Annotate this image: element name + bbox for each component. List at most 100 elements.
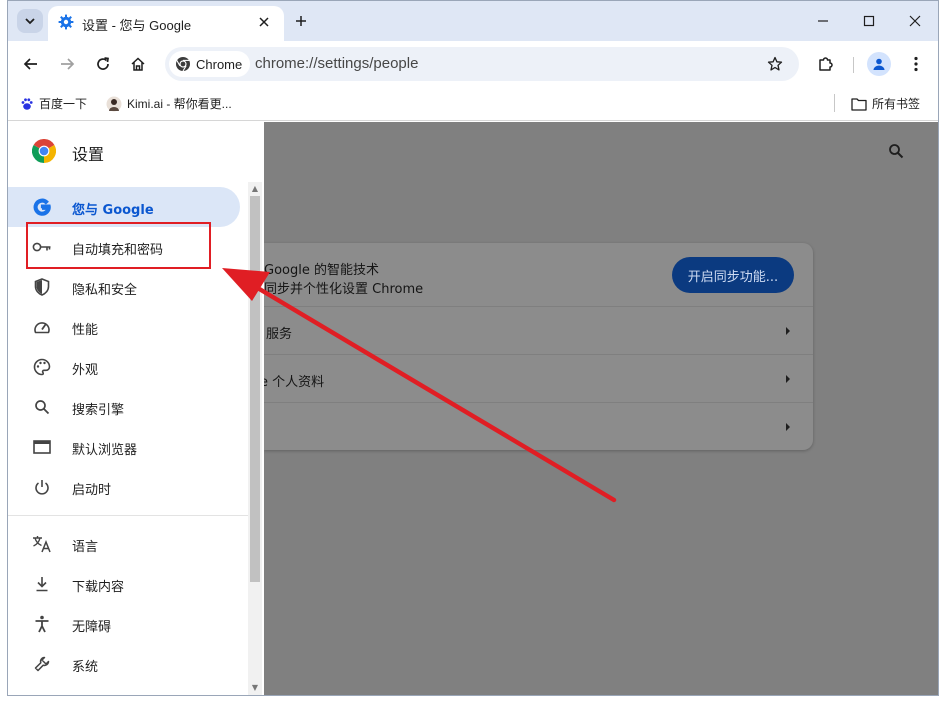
browser-window-icon — [32, 437, 52, 457]
sidebar-item-system[interactable]: 系统 — [8, 644, 240, 684]
sidebar-item-downloads[interactable]: 下载内容 — [8, 564, 240, 604]
tab-title: 设置 - 您与 Google — [82, 18, 192, 33]
sidebar-item-appearance[interactable]: 外观 — [8, 347, 240, 387]
row-label: e 个人资料 — [260, 375, 325, 390]
sidebar-item-you-and-google[interactable]: 您与 Google — [8, 187, 240, 227]
kimi-avatar-icon — [106, 96, 122, 111]
sidebar-item-label: 搜索引擎 — [72, 403, 125, 418]
search-icon — [32, 397, 52, 417]
sidebar-item-performance[interactable]: 性能 — [8, 307, 240, 347]
sidebar-item-languages[interactable]: 语言 — [8, 524, 240, 564]
sidebar-item-label: 外观 — [72, 363, 99, 378]
home-icon — [131, 57, 145, 71]
home-button[interactable] — [125, 51, 151, 77]
toolbar-divider — [853, 57, 854, 73]
sidebar-item-default-browser[interactable]: 默认浏览器 — [8, 427, 240, 467]
gear-icon — [58, 14, 74, 30]
site-info-chip[interactable]: Chrome — [169, 51, 251, 77]
sync-promo-title: Google 的智能技术 — [264, 263, 379, 278]
forward-button[interactable] — [54, 51, 80, 77]
sync-promo-subtitle: 同步并个性化设置 Chrome — [264, 282, 424, 297]
maximize-icon — [863, 15, 875, 27]
all-bookmarks-button[interactable]: 所有书签 — [851, 95, 920, 112]
reload-button[interactable] — [90, 51, 116, 77]
sidebar-item-label: 语言 — [72, 540, 99, 555]
kebab-menu-icon — [914, 56, 918, 72]
search-icon — [889, 144, 904, 159]
bookmark-kimi[interactable]: Kimi.ai - 帮你看更... — [106, 95, 232, 112]
maximize-button[interactable] — [846, 8, 892, 34]
bookmark-baidu[interactable]: 百度一下 — [20, 95, 87, 112]
back-button[interactable] — [18, 51, 44, 77]
extensions-button[interactable] — [813, 51, 839, 77]
bookmarks-divider — [834, 94, 835, 112]
all-bookmarks-label: 所有书签 — [872, 97, 921, 111]
arrow-left-icon — [23, 58, 37, 70]
chevron-right-icon — [786, 423, 790, 431]
row-label: 服务 — [266, 327, 293, 342]
settings-sidebar: 设置 您与 Google 自动填充和密码 隐私和安全 性能 外观 搜索引擎 默认… — [8, 122, 264, 695]
sync-services-row[interactable]: 服务 — [264, 306, 813, 354]
person-icon — [873, 58, 885, 70]
chevron-right-icon — [786, 375, 790, 383]
tab-close-button[interactable] — [254, 12, 274, 32]
turn-on-sync-button[interactable]: 开启同步功能... — [672, 257, 794, 293]
scroll-thumb[interactable] — [250, 196, 260, 582]
sidebar-divider — [8, 515, 248, 516]
sidebar-item-search-engine[interactable]: 搜索引擎 — [8, 387, 240, 427]
power-icon — [32, 477, 52, 497]
sidebar-item-label: 无障碍 — [72, 620, 112, 635]
site-chip-label: Chrome — [196, 56, 243, 72]
plus-icon — [296, 16, 306, 26]
toolbar: Chrome chrome://settings/people — [8, 41, 938, 87]
chevron-right-icon — [786, 327, 790, 335]
accessibility-icon — [32, 614, 52, 634]
tab-strip: 设置 - 您与 Google — [8, 1, 938, 41]
sidebar-scrollbar[interactable]: ▲ ▼ — [248, 182, 262, 695]
google-g-icon — [32, 197, 52, 217]
sidebar-item-label: 启动时 — [72, 483, 112, 498]
bookmark-label: 百度一下 — [39, 97, 88, 111]
chrome-logo-icon — [176, 57, 190, 72]
sidebar-item-label: 性能 — [72, 323, 99, 338]
browser-window: 设置 - 您与 Google Chrome chrome://settings/… — [7, 0, 939, 696]
download-icon — [32, 574, 52, 594]
address-bar[interactable]: Chrome chrome://settings/people — [165, 47, 799, 81]
you-and-google-card: Google 的智能技术 同步并个性化设置 Chrome 开启同步功能... 服… — [260, 243, 813, 450]
annotation-highlight-box — [26, 222, 211, 269]
profile-row[interactable]: e 个人资料 — [260, 354, 813, 402]
settings-page: Google 的智能技术 同步并个性化设置 Chrome 开启同步功能... 服… — [8, 122, 938, 695]
minimize-icon — [818, 20, 828, 22]
url-text[interactable]: chrome://settings/people — [255, 55, 418, 72]
folder-icon — [851, 97, 867, 111]
tab-search-button[interactable] — [17, 9, 43, 33]
profile-avatar-button[interactable] — [867, 52, 891, 76]
scroll-up-arrow[interactable]: ▲ — [251, 185, 259, 193]
tab-settings[interactable]: 设置 - 您与 Google — [48, 6, 284, 41]
shield-icon — [32, 277, 52, 297]
sidebar-item-privacy[interactable]: 隐私和安全 — [8, 267, 240, 307]
bookmark-label: Kimi.ai - 帮你看更... — [127, 97, 232, 111]
star-icon — [767, 56, 783, 71]
settings-title: 设置 — [72, 145, 105, 164]
reload-icon — [97, 57, 109, 70]
scroll-down-arrow[interactable]: ▼ — [251, 684, 259, 692]
close-icon — [259, 17, 269, 27]
minimize-button[interactable] — [800, 8, 846, 34]
import-row[interactable] — [264, 402, 813, 450]
sidebar-item-label: 系统 — [72, 660, 99, 675]
palette-icon — [32, 357, 52, 377]
chrome-logo-icon — [32, 139, 56, 163]
search-settings-button[interactable] — [884, 139, 908, 163]
sidebar-item-on-startup[interactable]: 启动时 — [8, 467, 240, 507]
bookmark-star-button[interactable] — [765, 54, 785, 74]
new-tab-button[interactable] — [290, 10, 312, 32]
gauge-icon — [32, 317, 52, 337]
translate-icon — [32, 534, 52, 554]
sidebar-item-label: 您与 Google — [72, 203, 154, 218]
chevron-down-icon — [25, 18, 35, 25]
close-window-button[interactable] — [892, 8, 938, 34]
more-menu-button[interactable] — [903, 51, 929, 77]
sidebar-item-accessibility[interactable]: 无障碍 — [8, 604, 240, 644]
puzzle-icon — [819, 57, 833, 71]
